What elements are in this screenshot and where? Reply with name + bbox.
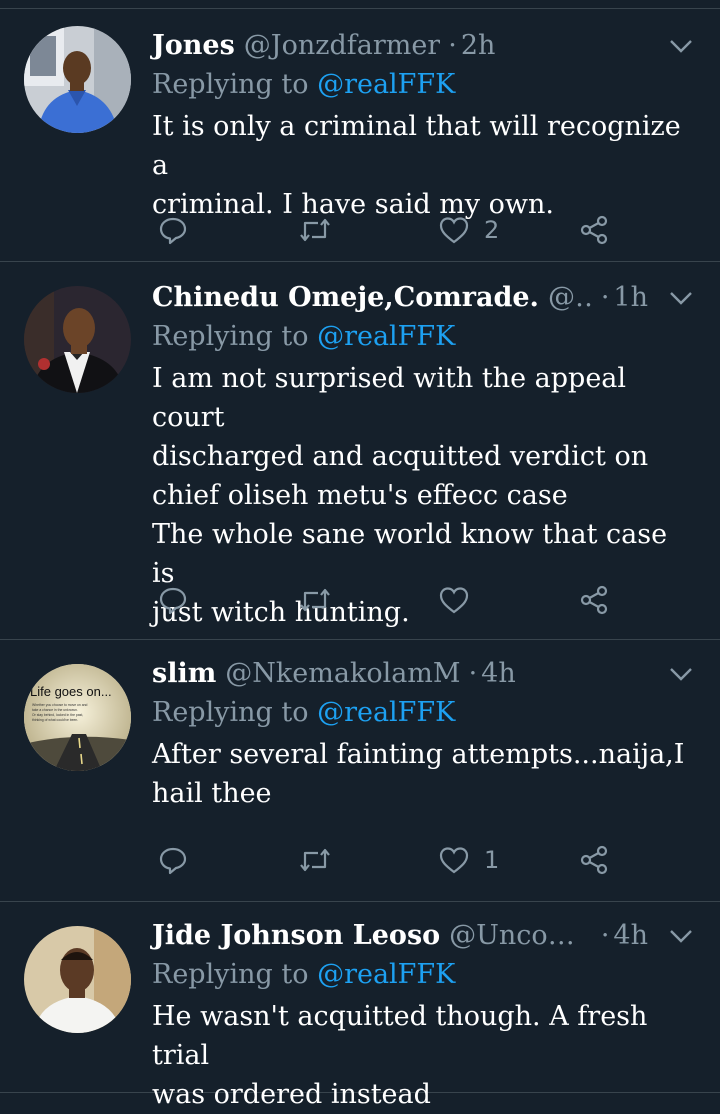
share-icon [578,214,610,246]
tweet[interactable]: Life goes on... Whether you choose to mo… [0,640,720,902]
mention-link[interactable]: @realFFK [317,321,455,352]
svg-text:take a chance in the unknown.: take a chance in the unknown. [32,708,78,712]
like-button[interactable]: 1 [438,840,499,880]
avatar[interactable] [24,26,131,133]
chevron-down-icon[interactable] [668,285,694,315]
display-name[interactable]: slim [152,657,216,691]
tweet-header: Jide Johnson Leoso @Uncom... · 4h [152,919,694,953]
tweet-text-line: hail thee [152,778,272,809]
share-button[interactable] [578,580,610,620]
separator-dot: · [600,282,610,313]
share-button[interactable] [578,840,610,880]
replying-to: Replying to @realFFK [152,321,456,352]
reply-button[interactable] [158,580,188,620]
mention-link[interactable]: @realFFK [317,697,455,728]
svg-text:Or stay behind, locked in the: Or stay behind, locked in the past, [32,713,83,717]
tweet-header: slim @NkemakolamM · 4h [152,657,694,691]
timestamp[interactable]: 2h [461,29,496,63]
replying-to: Replying to @realFFK [152,959,456,990]
tweet-text-line: was ordered instead [152,1079,431,1110]
timestamp[interactable]: 1h [613,281,648,315]
like-button[interactable] [438,580,484,620]
reply-icon [158,845,188,875]
tweet[interactable]: Jide Johnson Leoso @Uncom... · 4h Replyi… [0,902,720,1110]
username[interactable]: @ca... [548,281,593,315]
like-count: 2 [484,216,500,244]
username[interactable]: @Uncom... [449,919,593,953]
reply-icon [158,215,188,245]
separator-dot: · [468,658,478,689]
display-name[interactable]: Jide Johnson Leoso [152,919,440,953]
replying-to: Replying to @realFFK [152,697,456,728]
chevron-down-icon[interactable] [668,33,694,63]
action-bar: 1 [152,840,720,880]
retweet-button[interactable] [298,840,332,880]
mention-link[interactable]: @realFFK [317,69,455,100]
tweet-text-line: chief oliseh metu's effecc case [152,480,568,511]
timestamp[interactable]: 4h [481,657,516,691]
tweet-text: After several fainting attempts...naija,… [152,735,694,813]
like-count: 1 [484,846,500,874]
tweet[interactable]: Chinedu Omeje,Comrade. @ca... · 1h Reply… [0,262,720,640]
avatar[interactable]: Life goes on... Whether you choose to mo… [24,664,131,771]
top-divider [0,0,720,9]
share-icon [578,584,610,616]
reply-button[interactable] [158,840,188,880]
display-name[interactable]: Chinedu Omeje,Comrade. [152,281,539,315]
tweet-text-line: It is only a criminal that will recogniz… [152,111,681,181]
tweet-text-line: I am not surprised with the appeal court [152,363,627,433]
action-bar: 2 [152,210,720,250]
retweet-icon [298,215,332,245]
tweet-text-line: He wasn't acquitted though. A fresh tria… [152,1001,648,1071]
avatar-title: Life goes on... [30,684,112,699]
heart-icon [438,585,470,615]
retweet-button[interactable] [298,580,332,620]
tweet[interactable]: Jones @Jonzdfarmer · 2h Replying to @rea… [0,9,720,262]
share-button[interactable] [578,210,610,250]
reply-button[interactable] [158,210,188,250]
avatar[interactable] [24,926,131,1033]
svg-text:Whether you choose to move on: Whether you choose to move on and [32,703,88,707]
tweet-text: It is only a criminal that will recogniz… [152,107,694,224]
replying-to: Replying to @realFFK [152,69,456,100]
retweet-button[interactable] [298,210,332,250]
reply-icon [158,585,188,615]
share-icon [578,844,610,876]
display-name[interactable]: Jones [152,29,235,63]
retweet-icon [298,585,332,615]
separator-dot: · [448,30,457,61]
heart-icon [438,845,470,875]
chevron-down-icon[interactable] [668,923,694,953]
action-bar [152,580,720,620]
like-button[interactable]: 2 [438,210,499,250]
chevron-down-icon[interactable] [668,661,694,691]
tweet-header: Chinedu Omeje,Comrade. @ca... · 1h [152,281,694,315]
svg-text:thinking of what could've been: thinking of what could've been. [32,718,78,722]
timestamp[interactable]: 4h [613,919,648,953]
tweet-text-line: After several fainting attempts...naija,… [152,739,685,770]
separator-dot: · [600,920,610,951]
avatar[interactable] [24,286,131,393]
mention-link[interactable]: @realFFK [317,959,455,990]
tweet-text: He wasn't acquitted though. A fresh tria… [152,997,694,1114]
retweet-icon [298,845,332,875]
username[interactable]: @NkemakolamM [225,657,460,691]
heart-icon [438,215,470,245]
username[interactable]: @Jonzdfarmer [244,29,440,63]
tweet-header: Jones @Jonzdfarmer · 2h [152,29,694,63]
tweet-text-line: discharged and acquitted verdict on [152,441,649,472]
